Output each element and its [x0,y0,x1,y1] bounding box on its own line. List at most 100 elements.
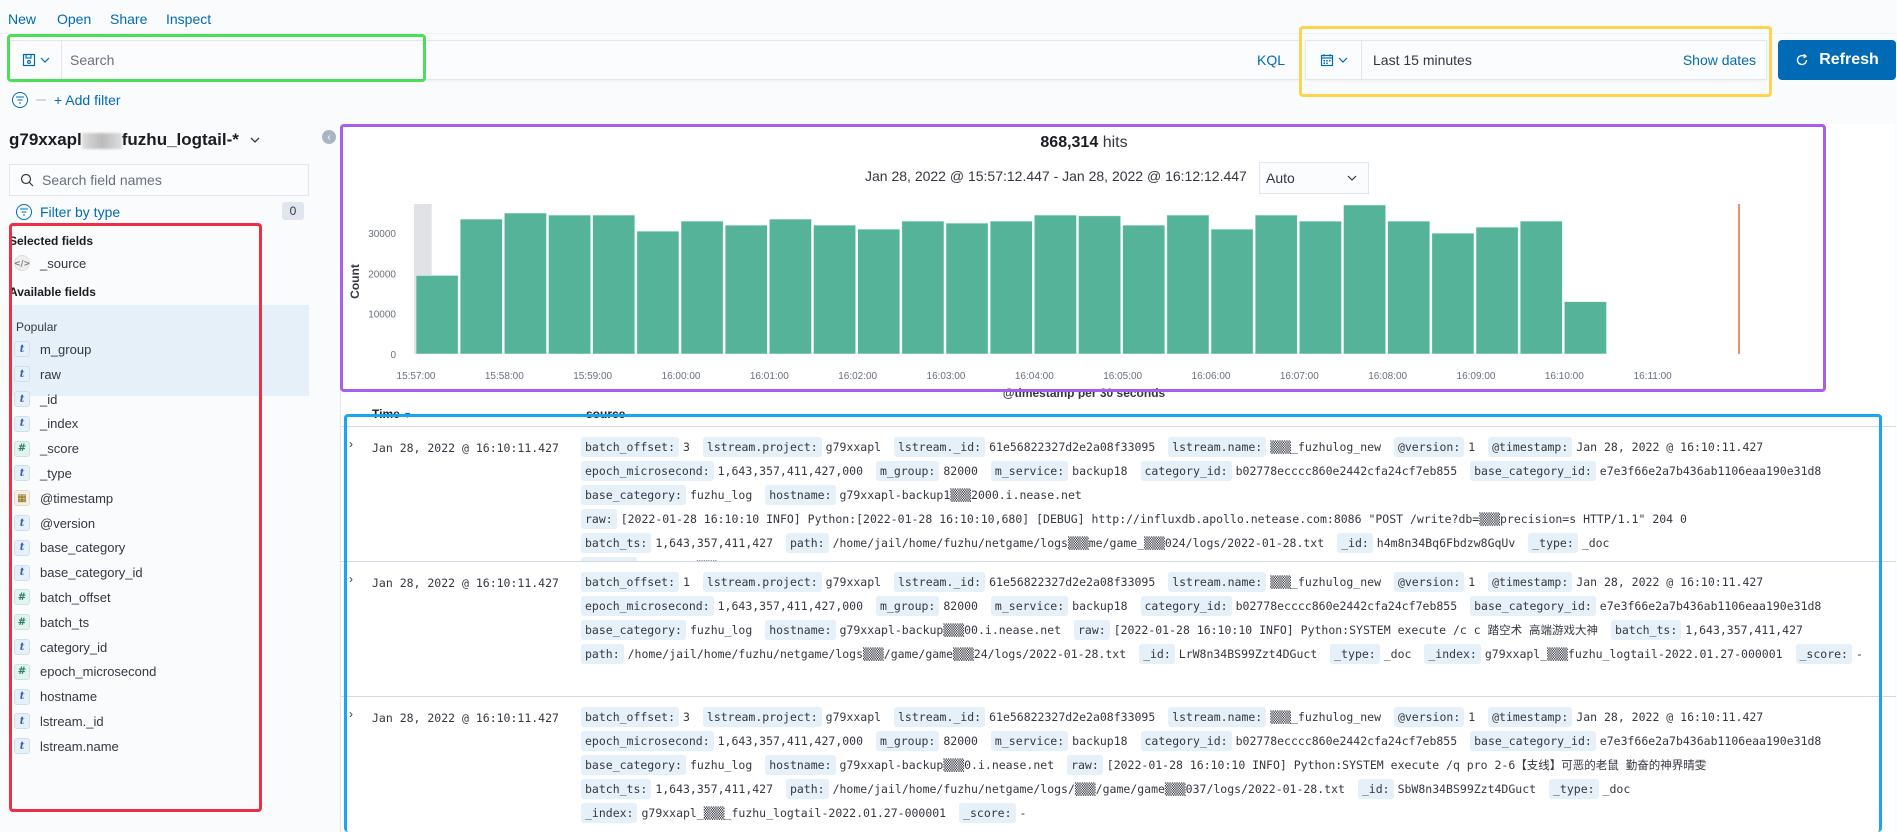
source-field: lstream.project: g79xxapl [702,707,887,727]
histogram-bar[interactable] [504,212,547,355]
histogram-bar[interactable] [1475,226,1519,355]
nav-share[interactable]: Share [110,11,147,27]
field-value: LrW8n34BS99Zzt4DGuct [1178,647,1318,661]
nav-inspect[interactable]: Inspect [166,11,211,27]
field-item[interactable]: # _score [14,437,79,461]
field-name: batch_offset [40,589,111,605]
field-item[interactable]: t _id [14,387,57,411]
add-filter-button[interactable]: + Add filter [54,92,121,108]
hits-count: 868,314 hits [1040,134,1128,151]
expand-row-icon[interactable]: › [349,437,353,451]
field-key: m_service: [990,731,1069,751]
histogram-bar[interactable] [724,224,768,355]
field-item[interactable]: t lstream.name [14,734,119,758]
field-item-source[interactable]: </> _source [14,251,86,275]
histogram-bar[interactable] [1299,220,1342,355]
histogram-bar[interactable] [857,228,901,355]
histogram-bar[interactable] [636,230,680,355]
field-key: lstream.name: [1168,437,1267,457]
histogram-bar[interactable] [1210,228,1254,355]
expand-row-icon[interactable]: › [349,572,353,586]
string-type-icon: t [14,738,30,755]
histogram-bar[interactable] [1034,214,1077,355]
x-tick-label: 16:00:00 [662,371,701,382]
histogram-bar[interactable] [1166,214,1210,355]
filter-by-type-button[interactable]: Filter by type [16,204,120,220]
source-field: lstream._id: 61e56822327d2e2a08f33095 [894,572,1161,592]
expand-row-icon[interactable]: › [349,707,353,721]
field-item[interactable]: t hostname [14,685,97,709]
field-item[interactable]: ▦ @timestamp [14,486,113,510]
field-item[interactable]: t lstream._id [14,709,104,733]
field-key: hostname: [765,620,836,640]
field-value: _doc [1383,647,1412,661]
histogram-bar[interactable] [813,224,856,355]
field-item[interactable]: t _index [14,412,78,436]
field-key: m_group: [875,731,940,751]
histogram-bar[interactable] [945,222,989,355]
query-bar: KQL [10,40,1300,80]
field-item[interactable]: # batch_offset [14,585,111,609]
histogram-bar[interactable] [989,220,1033,355]
search-input[interactable] [68,41,1218,79]
field-key: path: [785,779,829,799]
filter-options-icon[interactable] [12,92,28,108]
field-key: lstream.project: [702,707,822,727]
index-pattern-selector[interactable]: g79xxapl fuzhu_logtail-* [9,130,261,150]
field-value: g79xxapl_▒▒▒fuzhu_logtail-2022.01.27-000… [1484,647,1783,661]
field-key: path: [581,644,624,664]
field-item[interactable]: # batch_ts [14,610,89,634]
histogram-bar[interactable] [680,220,724,355]
field-value: _doc [1581,536,1610,550]
interval-select[interactable]: Auto [1259,162,1369,194]
kql-toggle[interactable]: KQL [1257,52,1285,68]
histogram-bar[interactable] [1431,232,1475,355]
histogram-bar[interactable] [769,218,812,355]
histogram-bar[interactable] [1387,220,1431,355]
source-field: @timestamp: Jan 28, 2022 @ 16:10:11.427 [1488,437,1769,457]
string-type-icon: t [14,639,30,655]
field-value: e7e3f66e2a7b436ab1106eaa190e31d8 [1599,734,1822,748]
histogram-bar[interactable] [1078,215,1121,355]
nav-open[interactable]: Open [57,11,91,27]
nav-new[interactable]: New [8,11,36,27]
histogram-bar[interactable] [1519,220,1563,355]
field-item[interactable]: t raw [14,362,61,386]
x-tick-label: 16:05:00 [1103,371,1142,382]
source-field: _type: _doc [1330,644,1417,664]
field-item[interactable]: t category_id [14,635,107,659]
histogram-bar[interactable] [901,220,945,355]
field-item[interactable]: t base_category_id [14,561,143,585]
time-range-label[interactable]: Last 15 minutes [1373,52,1472,68]
histogram-bar[interactable] [459,218,503,355]
source-field: lstream.project: g79xxapl [702,437,887,457]
histogram-bar[interactable] [548,214,591,355]
collapse-sidebar-button[interactable]: ‹ [322,130,336,144]
field-item[interactable]: t _type [14,461,72,485]
show-dates-link[interactable]: Show dates [1683,52,1756,68]
field-item[interactable]: # epoch_microsecond [14,660,156,684]
source-field: lstream.name: ▒▒▒_fuzhulog_new [1168,437,1387,457]
field-key: batch_ts: [581,533,652,553]
field-search-input[interactable] [42,172,292,188]
histogram-bar[interactable] [415,275,459,355]
filter-by-type-label: Filter by type [40,204,121,220]
source-field: base_category: fuzhu_log [581,755,758,775]
row-time: Jan 28, 2022 @ 16:10:11.427 [372,441,559,455]
field-item[interactable]: t base_category [14,536,125,560]
saved-query-button[interactable] [10,41,62,79]
histogram-bar[interactable] [1343,204,1386,355]
histogram-bar[interactable] [1122,224,1166,355]
field-name: _score [40,441,80,457]
histogram-bar[interactable] [592,214,636,355]
refresh-button[interactable]: Refresh [1778,40,1896,80]
chevron-down-icon [1347,175,1357,181]
histogram-bar[interactable] [1564,301,1607,355]
x-tick-label: 16:02:00 [838,371,877,382]
field-key: batch_ts: [581,779,652,799]
histogram-bar[interactable] [1254,214,1298,355]
field-item[interactable]: t @version [14,511,95,535]
quick-select-button[interactable] [1306,41,1362,79]
time-column-header[interactable]: Time ▼ [372,407,412,421]
field-item[interactable]: t m_group [14,337,91,361]
